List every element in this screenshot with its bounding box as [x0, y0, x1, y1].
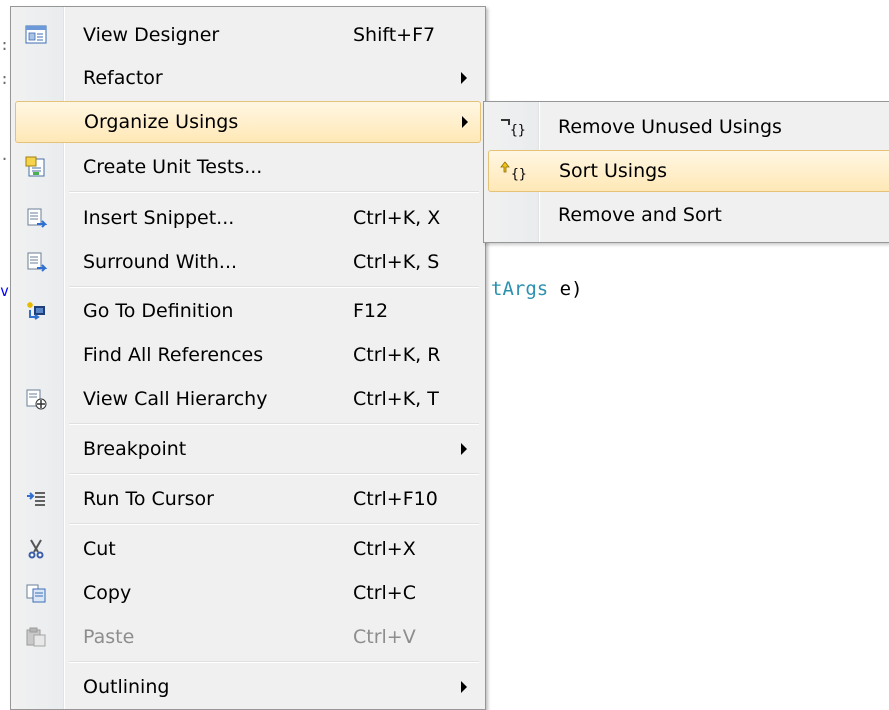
menu-separator [69, 661, 479, 663]
menu-item-shortcut: Ctrl+K, X [353, 207, 441, 229]
menu-item-outlining[interactable]: Outlining [15, 666, 481, 708]
editor-margin-glyph: . [0, 146, 10, 164]
create-unit-tests-icon [25, 156, 47, 178]
menu-item-insert-snippet[interactable]: Insert Snippet... Ctrl+K, X [15, 197, 481, 239]
menu-item-shortcut: F12 [353, 300, 389, 322]
menu-item-shortcut: Ctrl+K, T [353, 388, 439, 410]
submenu-item-sort-usings[interactable]: {} Sort Usings [488, 150, 889, 192]
submenu-arrow-icon [461, 443, 467, 455]
view-designer-icon [25, 24, 47, 46]
menu-separator [69, 423, 479, 425]
menu-item-label: Run To Cursor [83, 488, 214, 510]
menu-item-shortcut: Ctrl+K, S [353, 251, 440, 273]
surround-with-icon [25, 251, 48, 273]
call-hierarchy-icon [25, 388, 47, 410]
svg-text:{}: {} [510, 123, 526, 138]
menu-item-label: Organize Usings [84, 111, 239, 133]
menu-item-label: View Call Hierarchy [83, 388, 268, 410]
menu-item-shortcut: Ctrl+F10 [353, 488, 438, 510]
menu-item-label: Find All References [83, 344, 264, 366]
submenu-item-label: Remove Unused Usings [558, 116, 782, 138]
svg-text:{}: {} [511, 167, 527, 182]
submenu-item-label: Sort Usings [559, 160, 668, 182]
menu-item-paste[interactable]: Paste Ctrl+V [15, 616, 481, 658]
menu-separator [69, 473, 479, 475]
menu-separator [69, 523, 479, 525]
cut-icon [25, 538, 47, 560]
menu-item-view-designer[interactable]: View Designer Shift+F7 [15, 14, 481, 56]
submenu-arrow-icon [462, 116, 468, 128]
go-to-definition-icon [25, 300, 47, 322]
submenu-arrow-icon [461, 72, 467, 84]
editor-margin-glyph: : [0, 36, 10, 54]
menu-item-run-to-cursor[interactable]: Run To Cursor Ctrl+F10 [15, 478, 481, 520]
menu-item-label: Outlining [83, 676, 170, 698]
submenu-arrow-icon [461, 681, 467, 693]
submenu-item-remove-and-sort[interactable]: Remove and Sort [488, 194, 889, 236]
organize-usings-submenu: {} Remove Unused Usings {} Sort Usings R… [483, 101, 889, 243]
menu-item-copy[interactable]: Copy Ctrl+C [15, 572, 481, 614]
menu-separator [69, 286, 479, 288]
menu-item-label: Refactor [83, 67, 163, 89]
menu-item-find-all-references[interactable]: Find All References Ctrl+K, R [15, 334, 481, 376]
run-to-cursor-icon [25, 488, 47, 510]
menu-item-label: Surround With... [83, 251, 238, 273]
menu-item-cut[interactable]: Cut Ctrl+X [15, 528, 481, 570]
menu-item-label: Copy [83, 582, 132, 604]
code-line-fragment[interactable]: tArgs e) [491, 278, 583, 300]
menu-item-shortcut: Ctrl+C [353, 582, 416, 604]
menu-item-shortcut: Ctrl+V [353, 626, 416, 648]
menu-item-organize-usings[interactable]: Organize Usings [15, 101, 481, 143]
menu-item-go-to-definition[interactable]: Go To Definition F12 [15, 290, 481, 332]
context-menu: View Designer Shift+F7 Refactor Organize… [10, 6, 486, 710]
sort-usings-icon: {} [499, 160, 533, 182]
menu-item-label: View Designer [83, 24, 220, 46]
menu-item-label: Breakpoint [83, 438, 187, 460]
menu-item-label: Paste [83, 626, 135, 648]
menu-item-breakpoint[interactable]: Breakpoint [15, 428, 481, 470]
menu-item-view-call-hierarchy[interactable]: View Call Hierarchy Ctrl+K, T [15, 378, 481, 420]
menu-item-shortcut: Ctrl+K, R [353, 344, 441, 366]
menu-item-shortcut: Ctrl+X [353, 538, 416, 560]
code-text-token: e) [548, 278, 583, 300]
submenu-item-label: Remove and Sort [558, 204, 722, 226]
menu-item-label: Insert Snippet... [83, 207, 235, 229]
paste-icon [25, 626, 47, 648]
menu-item-shortcut: Shift+F7 [353, 24, 436, 46]
copy-icon [25, 582, 47, 604]
menu-item-refactor[interactable]: Refactor [15, 57, 481, 99]
editor-margin-glyph: : [0, 70, 10, 88]
code-type-token: tArgs [491, 278, 549, 300]
menu-item-label: Cut [83, 538, 116, 560]
submenu-item-remove-unused-usings[interactable]: {} Remove Unused Usings [488, 106, 889, 148]
menu-item-label: Go To Definition [83, 300, 234, 322]
editor-margin-glyph: v [0, 282, 10, 300]
menu-item-create-unit-tests[interactable]: Create Unit Tests... [15, 146, 481, 188]
remove-unused-usings-icon: {} [498, 116, 532, 138]
menu-item-surround-with[interactable]: Surround With... Ctrl+K, S [15, 241, 481, 283]
insert-snippet-icon [25, 207, 48, 229]
menu-item-label: Create Unit Tests... [83, 156, 263, 178]
menu-separator [69, 191, 479, 193]
